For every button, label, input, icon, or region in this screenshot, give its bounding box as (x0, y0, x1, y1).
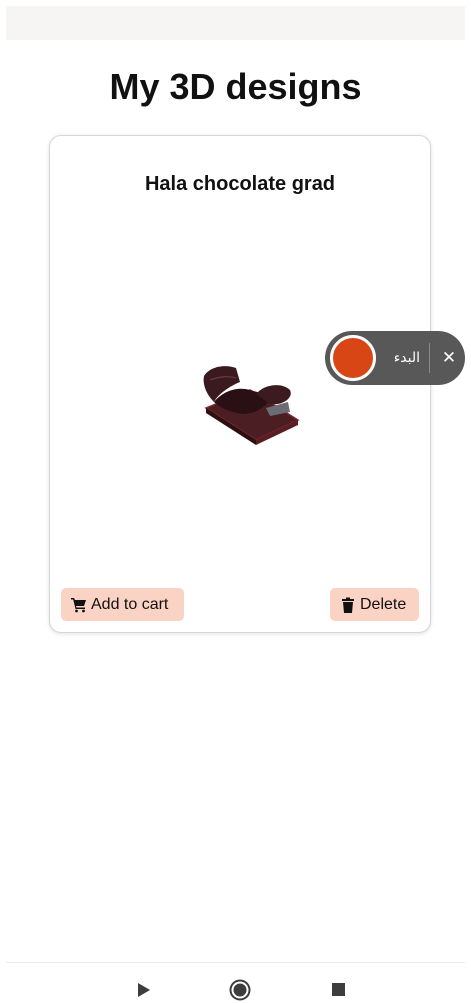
delete-label: Delete (360, 595, 407, 613)
navigation-bar (6, 962, 465, 1003)
trash-icon (342, 597, 354, 613)
recorder-start-label[interactable]: البدء (388, 350, 420, 366)
close-icon[interactable]: ✕ (440, 348, 458, 368)
shopping-cart-icon (71, 597, 86, 612)
back-icon[interactable] (137, 982, 151, 998)
add-to-cart-button[interactable]: Add to cart (61, 588, 184, 621)
screen-recorder-overlay: البدء ✕ (325, 331, 465, 385)
record-button[interactable] (330, 335, 376, 381)
delete-button[interactable]: Delete (330, 588, 419, 621)
design-title: Hala chocolate grad (144, 173, 336, 195)
model-preview[interactable] (170, 336, 310, 456)
home-icon[interactable] (229, 979, 251, 1001)
add-to-cart-label: Add to cart (91, 595, 169, 613)
status-bar (6, 6, 465, 40)
recents-icon[interactable] (332, 983, 345, 996)
recorder-divider (429, 343, 430, 373)
page-title: My 3D designs (109, 66, 362, 107)
chocolate-model-image (203, 366, 300, 445)
